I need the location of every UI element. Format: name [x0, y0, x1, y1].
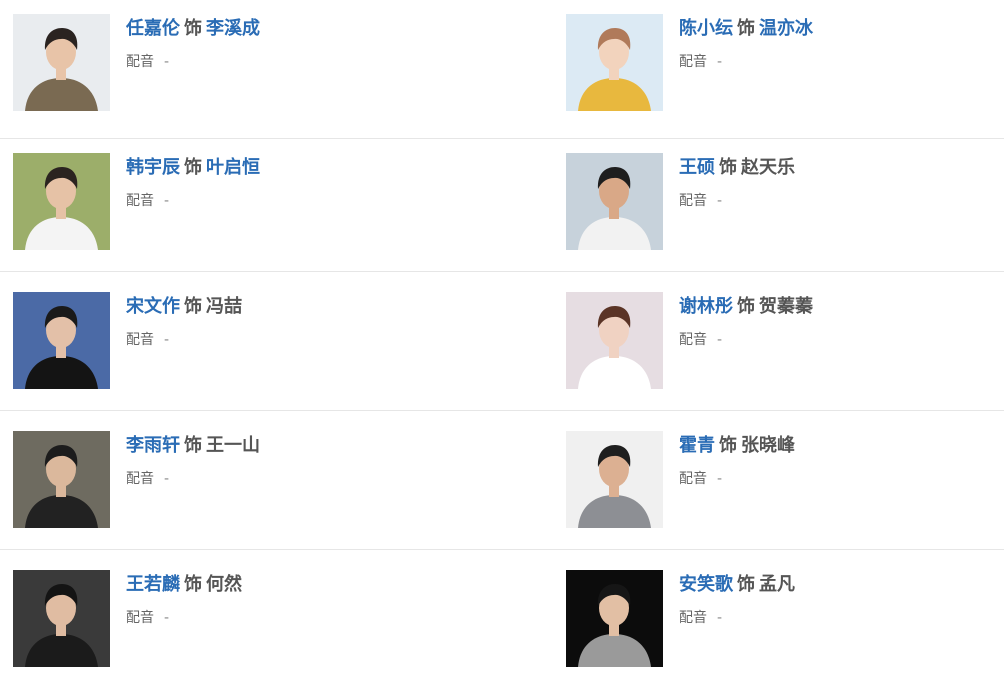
voice-label: 配音 [679, 610, 707, 626]
voice-value: - [717, 610, 723, 626]
portrait-image [13, 153, 110, 250]
portrait-image [566, 570, 663, 667]
actor-photo[interactable] [13, 570, 110, 667]
actor-name-link[interactable]: 韩宇辰 [126, 157, 180, 178]
voice-label: 配音 [679, 471, 707, 487]
as-separator: 饰 [184, 157, 202, 178]
actor-name-link[interactable]: 王若麟 [126, 574, 180, 595]
cast-row: 韩宇辰饰叶启恒 配音 - 王硕饰赵天乐 配音 - [0, 133, 1004, 272]
role-name: 冯喆 [206, 296, 242, 317]
voice-actor: 配音 - [679, 608, 795, 628]
actor-photo[interactable] [566, 292, 663, 389]
portrait-image [566, 431, 663, 528]
as-separator: 饰 [184, 435, 202, 456]
cast-card: 安笑歌饰孟凡 配音 - [566, 570, 986, 668]
portrait-image [13, 292, 110, 389]
cast-row: 任嘉伦饰李溪成 配音 - 陈小纭饰温亦冰 配音 - [0, 0, 1004, 139]
actor-name-link[interactable]: 任嘉伦 [126, 18, 180, 39]
portrait-image [13, 431, 110, 528]
actor-photo[interactable] [13, 153, 110, 250]
cast-card: 陈小纭饰温亦冰 配音 - [566, 14, 986, 112]
actor-name-link[interactable]: 王硕 [679, 157, 715, 178]
role-name: 王一山 [206, 435, 260, 456]
actor-photo[interactable] [566, 14, 663, 111]
cast-card: 李雨轩饰王一山 配音 - [13, 431, 433, 529]
voice-value: - [717, 332, 723, 348]
voice-value: - [164, 54, 170, 70]
voice-actor: 配音 - [679, 191, 795, 211]
voice-value: - [164, 193, 170, 209]
voice-actor: 配音 - [126, 469, 260, 489]
voice-value: - [717, 471, 723, 487]
portrait-image [13, 14, 110, 111]
actor-photo[interactable] [13, 292, 110, 389]
voice-value: - [164, 332, 170, 348]
voice-value: - [164, 610, 170, 626]
voice-actor: 配音 - [126, 330, 242, 350]
voice-actor: 配音 - [679, 330, 813, 350]
cast-list: 任嘉伦饰李溪成 配音 - 陈小纭饰温亦冰 配音 - 韩宇辰饰叶启恒 配音 - 王… [0, 0, 1004, 679]
as-separator: 饰 [737, 574, 755, 595]
cast-card: 王若麟饰何然 配音 - [13, 570, 433, 668]
cast-row: 王若麟饰何然 配音 - 安笑歌饰孟凡 配音 - [0, 550, 1004, 689]
role-name: 贺蓁蓁 [759, 296, 813, 317]
role-name: 何然 [206, 574, 242, 595]
actor-name-link[interactable]: 李雨轩 [126, 435, 180, 456]
actor-photo[interactable] [13, 431, 110, 528]
as-separator: 饰 [184, 18, 202, 39]
voice-label: 配音 [679, 332, 707, 348]
voice-label: 配音 [126, 471, 154, 487]
cast-row: 宋文作饰冯喆 配音 - 谢林彤饰贺蓁蓁 配音 - [0, 272, 1004, 411]
role-name: 张晓峰 [741, 435, 795, 456]
role-name: 孟凡 [759, 574, 795, 595]
as-separator: 饰 [719, 435, 737, 456]
portrait-image [566, 292, 663, 389]
portrait-image [566, 153, 663, 250]
portrait-image [566, 14, 663, 111]
portrait-image [13, 570, 110, 667]
cast-card: 宋文作饰冯喆 配音 - [13, 292, 433, 390]
as-separator: 饰 [719, 157, 737, 178]
cast-card: 韩宇辰饰叶启恒 配音 - [13, 153, 433, 251]
actor-name-link[interactable]: 谢林彤 [679, 296, 733, 317]
voice-value: - [717, 54, 723, 70]
cast-card: 任嘉伦饰李溪成 配音 - [13, 14, 433, 112]
as-separator: 饰 [737, 18, 755, 39]
voice-actor: 配音 - [679, 52, 813, 72]
role-name-link[interactable]: 温亦冰 [759, 18, 813, 39]
voice-actor: 配音 - [126, 52, 260, 72]
voice-label: 配音 [679, 54, 707, 70]
role-name-link[interactable]: 叶启恒 [206, 157, 260, 178]
cast-row: 李雨轩饰王一山 配音 - 霍青饰张晓峰 配音 - [0, 411, 1004, 550]
voice-actor: 配音 - [679, 469, 795, 489]
voice-label: 配音 [126, 193, 154, 209]
actor-photo[interactable] [566, 570, 663, 667]
role-name-link[interactable]: 李溪成 [206, 18, 260, 39]
actor-name-link[interactable]: 安笑歌 [679, 574, 733, 595]
actor-name-link[interactable]: 陈小纭 [679, 18, 733, 39]
as-separator: 饰 [737, 296, 755, 317]
role-name: 赵天乐 [741, 157, 795, 178]
actor-photo[interactable] [566, 431, 663, 528]
as-separator: 饰 [184, 574, 202, 595]
voice-value: - [717, 193, 723, 209]
voice-label: 配音 [679, 193, 707, 209]
actor-name-link[interactable]: 霍青 [679, 435, 715, 456]
actor-name-link[interactable]: 宋文作 [126, 296, 180, 317]
voice-actor: 配音 - [126, 191, 260, 211]
cast-card: 王硕饰赵天乐 配音 - [566, 153, 986, 251]
voice-label: 配音 [126, 54, 154, 70]
cast-card: 谢林彤饰贺蓁蓁 配音 - [566, 292, 986, 390]
voice-label: 配音 [126, 610, 154, 626]
as-separator: 饰 [184, 296, 202, 317]
cast-card: 霍青饰张晓峰 配音 - [566, 431, 986, 529]
actor-photo[interactable] [13, 14, 110, 111]
actor-photo[interactable] [566, 153, 663, 250]
voice-actor: 配音 - [126, 608, 242, 628]
voice-value: - [164, 471, 170, 487]
voice-label: 配音 [126, 332, 154, 348]
